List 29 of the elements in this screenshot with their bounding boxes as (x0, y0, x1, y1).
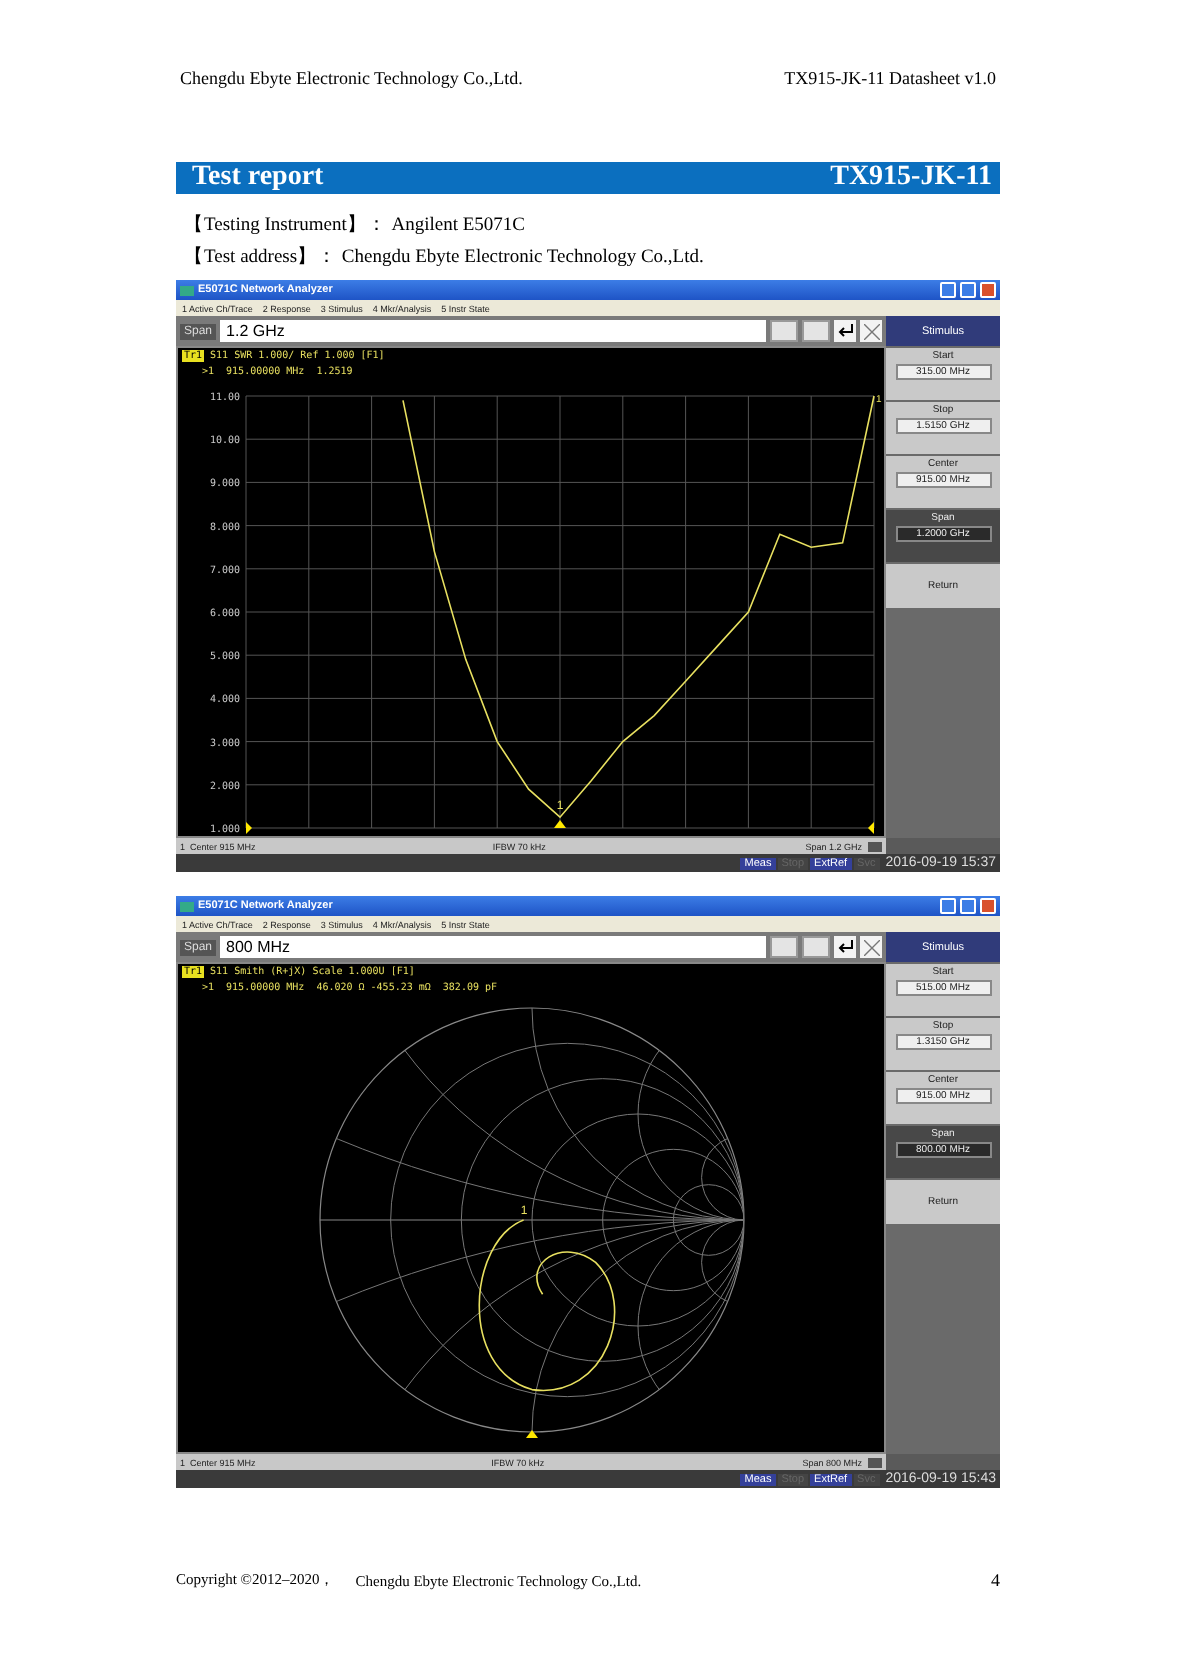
marker-triangle-icon (526, 1430, 538, 1438)
info-line: 【Testing Instrument】： Angilent E5071C (184, 212, 528, 240)
entry-field[interactable]: 800 MHz (220, 936, 766, 958)
spin-control[interactable] (770, 320, 798, 342)
spin-control[interactable] (770, 936, 798, 958)
reference-arrow-icon (868, 821, 874, 834)
section-title: Test report (192, 162, 324, 194)
company-name: Chengdu Ebyte Electronic Technology Co.,Ltd. (180, 68, 523, 88)
page-number: 4 (991, 1570, 1000, 1590)
cancel-button[interactable] (860, 936, 882, 958)
status-indicator (868, 841, 883, 851)
maximize-button[interactable] (960, 282, 976, 298)
enter-button[interactable] (834, 320, 856, 342)
model-name: TX915-JK-11 (830, 162, 992, 194)
app-icon (180, 285, 194, 295)
info-line: 【Test address】： Chengdu Ebyte Electronic Technology Co.,Ltd. (184, 244, 706, 272)
marker-triangle-icon (554, 819, 566, 828)
app-icon (180, 901, 194, 911)
close-button[interactable] (980, 898, 996, 914)
document-title: TX915-JK-11 Datasheet v1.0 (784, 68, 996, 88)
reference-arrow-icon (246, 821, 252, 834)
maximize-button[interactable] (960, 898, 976, 914)
cancel-button[interactable] (860, 320, 882, 342)
minimize-button[interactable] (940, 898, 956, 914)
entry-field[interactable]: 1.2 GHz (220, 320, 766, 342)
close-button[interactable] (980, 282, 996, 298)
enter-button[interactable] (834, 936, 856, 958)
minimize-button[interactable] (940, 282, 956, 298)
status-indicator (868, 1457, 882, 1467)
